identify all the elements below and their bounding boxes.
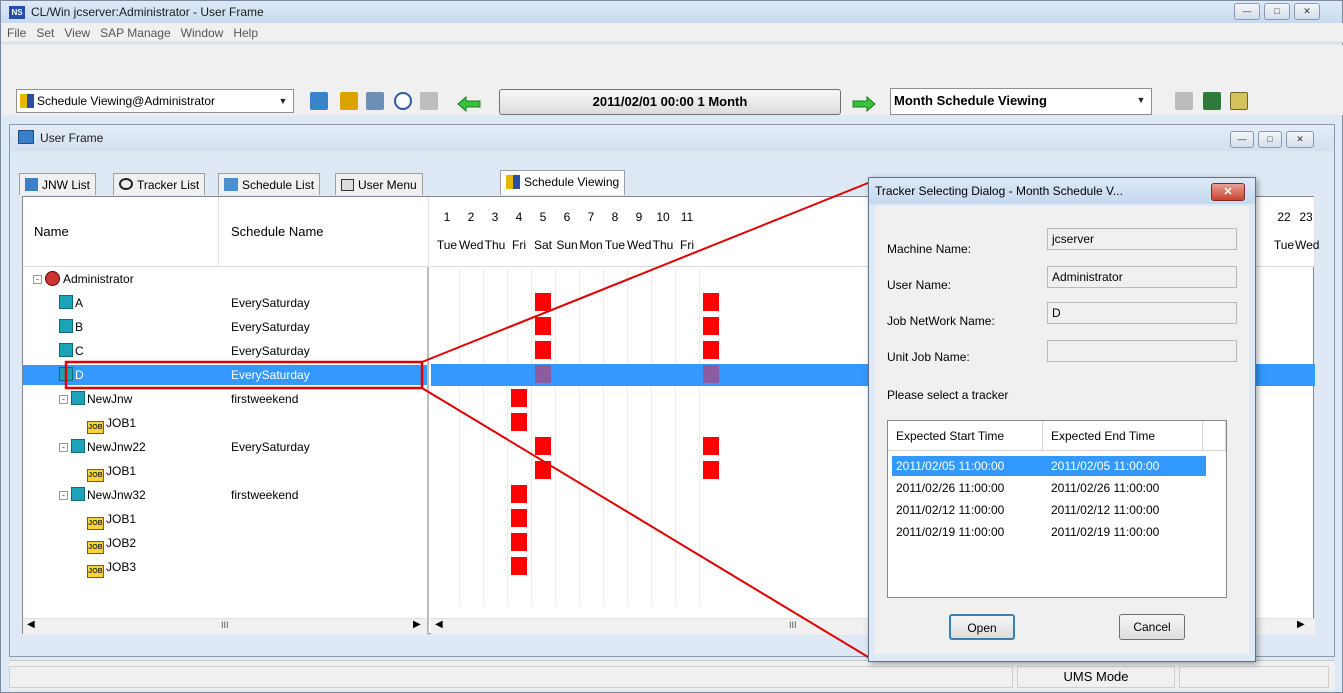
machine-name-label: Machine Name:	[887, 242, 972, 256]
expected-end-cell: 2011/02/05 11:00:00	[1051, 459, 1160, 473]
expected-start-cell: 2011/02/26 11:00:00	[896, 481, 1005, 495]
unit-job-name-field	[1047, 340, 1237, 362]
callout-line-bottom	[421, 387, 874, 661]
status-bar: UMS Mode	[9, 660, 1335, 690]
callout-line-top	[421, 180, 874, 363]
status-pane-right	[1179, 666, 1329, 688]
dialog-title: Tracker Selecting Dialog - Month Schedul…	[875, 184, 1123, 198]
dialog-title-bar: Tracker Selecting Dialog - Month Schedul…	[869, 178, 1255, 204]
tracker-selecting-dialog: Tracker Selecting Dialog - Month Schedul…	[868, 177, 1256, 662]
expected-end-cell: 2011/02/12 11:00:00	[1051, 503, 1160, 517]
tracker-table: Expected Start Time Expected End Time 20…	[887, 420, 1227, 598]
tracker-row[interactable]: 2011/02/05 11:00:00 2011/02/05 11:00:00	[892, 456, 1206, 476]
cancel-button[interactable]: Cancel	[1119, 614, 1185, 640]
tracker-row[interactable]: 2011/02/19 11:00:00 2011/02/19 11:00:00	[892, 522, 1206, 542]
header-expected-start[interactable]: Expected Start Time	[888, 421, 1043, 451]
expected-start-cell: 2011/02/05 11:00:00	[896, 459, 1005, 473]
callout-box	[64, 360, 424, 390]
status-mode: UMS Mode	[1017, 666, 1175, 688]
tracker-row[interactable]: 2011/02/26 11:00:00 2011/02/26 11:00:00	[892, 478, 1206, 498]
dialog-close-button[interactable]: ✕	[1211, 183, 1245, 201]
jnw-name-field: D	[1047, 302, 1237, 324]
machine-name-field: jcserver	[1047, 228, 1237, 250]
expected-start-cell: 2011/02/19 11:00:00	[896, 525, 1005, 539]
expected-end-cell: 2011/02/19 11:00:00	[1051, 525, 1160, 539]
status-pane-main	[9, 666, 1013, 688]
dialog-body: Machine Name: jcserver User Name: Admini…	[875, 206, 1249, 654]
jnw-name-label: Job NetWork Name:	[887, 314, 995, 328]
user-name-label: User Name:	[887, 278, 952, 292]
open-button[interactable]: Open	[949, 614, 1015, 640]
user-name-field: Administrator	[1047, 266, 1237, 288]
header-filler	[1203, 421, 1226, 451]
header-expected-end[interactable]: Expected End Time	[1043, 421, 1203, 451]
select-tracker-prompt: Please select a tracker	[887, 388, 1009, 402]
expected-start-cell: 2011/02/12 11:00:00	[896, 503, 1005, 517]
tracker-row[interactable]: 2011/02/12 11:00:00 2011/02/12 11:00:00	[892, 500, 1206, 520]
expected-end-cell: 2011/02/26 11:00:00	[1051, 481, 1160, 495]
unit-job-name-label: Unit Job Name:	[887, 350, 970, 364]
